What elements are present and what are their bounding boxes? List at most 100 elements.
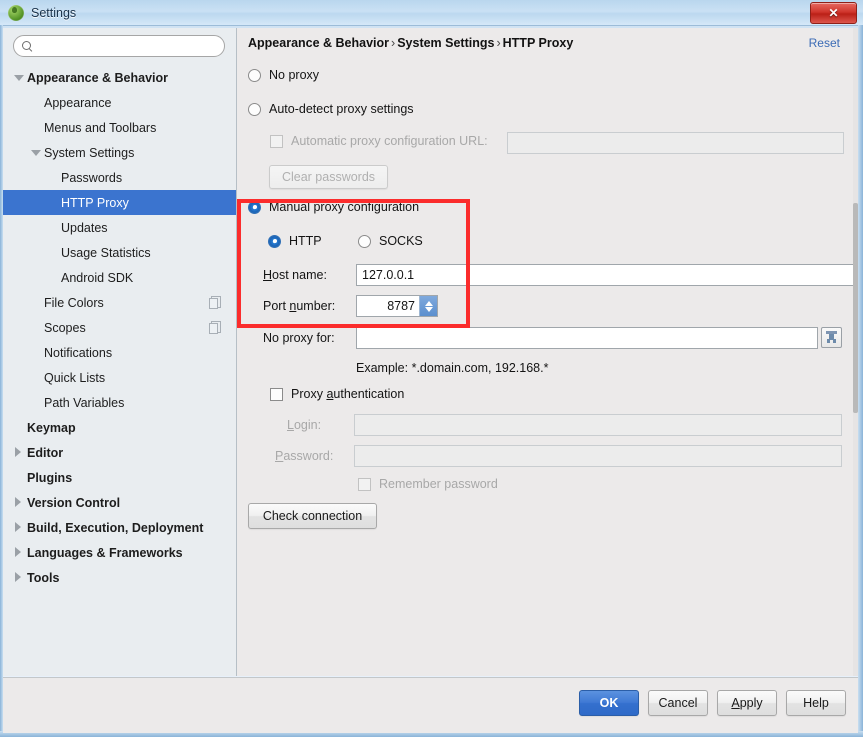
sidebar-item-label: Scopes	[44, 320, 86, 335]
no-proxy-label: No proxy	[269, 68, 320, 82]
sidebar-item-appearance[interactable]: Appearance	[3, 90, 236, 115]
chevron-right-icon[interactable]	[13, 447, 24, 458]
chevron-down-icon[interactable]	[13, 72, 24, 83]
breadcrumb-part-3: HTTP Proxy	[502, 36, 574, 50]
remember-password-label: Remember password	[379, 477, 498, 491]
footer-buttons: OK Cancel Apply Help	[579, 690, 846, 716]
spinner-buttons[interactable]	[419, 296, 437, 316]
sidebar-item-label: Languages & Frameworks	[27, 545, 183, 560]
socks-radio-row[interactable]: SOCKS	[358, 234, 423, 248]
auto-detect-radio-row[interactable]: Auto-detect proxy settings	[248, 102, 414, 116]
copy-scheme-icon	[209, 321, 221, 334]
sidebar-item-menus-and-toolbars[interactable]: Menus and Toolbars	[3, 115, 236, 140]
sidebar-item-quick-lists[interactable]: Quick Lists	[3, 365, 236, 390]
chevron-up-icon[interactable]	[424, 300, 433, 306]
apply-button[interactable]: Apply	[717, 690, 777, 716]
sidebar-item-notifications[interactable]: Notifications	[3, 340, 236, 365]
search-box[interactable]	[13, 35, 225, 57]
sidebar-item-languages-frameworks[interactable]: Languages & Frameworks	[3, 540, 236, 565]
import-glyph	[825, 331, 838, 344]
sidebar-item-scopes[interactable]: Scopes	[3, 315, 236, 340]
settings-tree: Appearance & Behavior Appearance Menus and…	[3, 65, 236, 590]
auto-config-url-checkbox	[270, 134, 283, 148]
sidebar-item-updates[interactable]: Updates	[3, 215, 236, 240]
sidebar-item-label: Menus and Toolbars	[44, 120, 157, 135]
http-label: HTTP	[289, 234, 322, 248]
sidebar-item-label: Passwords	[61, 170, 123, 185]
proxy-auth-checkbox-row[interactable]: Proxy authentication	[270, 387, 404, 401]
help-button[interactable]: Help	[786, 690, 846, 716]
chevron-right-icon[interactable]	[13, 522, 24, 533]
content-scrollbar[interactable]	[853, 28, 858, 676]
sidebar-item-passwords[interactable]: Passwords	[3, 165, 236, 190]
password-label: Password:	[275, 449, 334, 463]
breadcrumb-part-1: Appearance & Behavior	[248, 36, 390, 50]
sidebar-item-path-variables[interactable]: Path Variables	[3, 390, 236, 415]
check-connection-button[interactable]: Check connection	[248, 503, 377, 529]
sidebar-item-version-control[interactable]: Version Control	[3, 490, 236, 515]
host-name-input[interactable]	[356, 264, 858, 286]
auto-config-url-label: Automatic proxy configuration URL:	[291, 134, 488, 148]
socks-label: SOCKS	[379, 234, 423, 248]
remember-password-checkbox	[358, 477, 371, 491]
proxy-auth-label: Proxy authentication	[291, 387, 405, 401]
http-radio[interactable]	[268, 234, 281, 248]
sidebar-item-label: HTTP Proxy	[61, 195, 129, 210]
sidebar-item-android-sdk[interactable]: Android SDK	[3, 265, 236, 290]
host-name-label: Host name:	[263, 268, 327, 282]
copy-scheme-icon	[209, 296, 221, 309]
sidebar-item-editor[interactable]: Editor	[3, 440, 236, 465]
http-radio-row[interactable]: HTTP	[268, 234, 322, 248]
sidebar-item-label: Build, Execution, Deployment	[27, 520, 204, 535]
auto-detect-radio[interactable]	[248, 102, 261, 116]
sidebar-item-label: File Colors	[44, 295, 104, 310]
no-proxy-radio-row[interactable]: No proxy	[248, 68, 319, 82]
sidebar-item-tools[interactable]: Tools	[3, 565, 236, 590]
sidebar-item-keymap[interactable]: Keymap	[3, 415, 236, 440]
port-number-spinner[interactable]	[356, 295, 438, 317]
chevron-right-icon[interactable]	[13, 572, 24, 583]
manual-proxy-label: Manual proxy configuration	[269, 200, 420, 214]
scrollbar-thumb[interactable]	[853, 203, 858, 413]
sidebar-item-build-execution-deployment[interactable]: Build, Execution, Deployment	[3, 515, 236, 540]
close-icon[interactable]: ✕	[810, 2, 857, 24]
manual-proxy-radio-row[interactable]: Manual proxy configuration	[248, 200, 419, 214]
reset-link[interactable]: Reset	[809, 36, 840, 50]
chevron-down-icon[interactable]	[424, 306, 433, 312]
sidebar-item-file-colors[interactable]: File Colors	[3, 290, 236, 315]
chevron-down-icon[interactable]	[30, 147, 41, 158]
search-input[interactable]	[38, 38, 212, 54]
socks-radio[interactable]	[358, 234, 371, 248]
ok-button[interactable]: OK	[579, 690, 639, 716]
chevron-right-icon[interactable]	[13, 497, 24, 508]
proxy-auth-checkbox[interactable]	[270, 387, 283, 401]
auto-config-url-input	[507, 132, 844, 154]
dialog-footer: OK Cancel Apply Help	[3, 677, 858, 733]
breadcrumb-part-2: System Settings	[397, 36, 495, 50]
chevron-right-icon[interactable]	[13, 547, 24, 558]
no-proxy-radio[interactable]	[248, 68, 261, 82]
login-input	[354, 414, 842, 436]
sidebar-item-http-proxy[interactable]: HTTP Proxy	[3, 190, 236, 215]
sidebar-item-label: Plugins	[27, 470, 73, 485]
sidebar-item-plugins[interactable]: Plugins	[3, 465, 236, 490]
breadcrumb: Appearance & Behavior › System Settings › HT…	[248, 36, 573, 50]
manual-proxy-radio[interactable]	[248, 200, 261, 214]
sidebar-item-system-settings[interactable]: System Settings	[3, 140, 236, 165]
import-list-icon[interactable]	[821, 327, 842, 348]
sidebar-item-appearance-behavior[interactable]: Appearance & Behavior	[3, 65, 236, 90]
no-proxy-for-input[interactable]	[356, 327, 818, 349]
sidebar-item-label: System Settings	[44, 145, 135, 160]
dialog-body: Appearance & Behavior Appearance Menus and…	[0, 25, 863, 737]
sidebar-item-usage-statistics[interactable]: Usage Statistics	[3, 240, 236, 265]
sidebar-item-label: Keymap	[27, 420, 76, 435]
sidebar-item-label: Version Control	[27, 495, 121, 510]
auto-config-url-checkbox-row: Automatic proxy configuration URL:	[270, 134, 488, 148]
cancel-button[interactable]: Cancel	[648, 690, 708, 716]
